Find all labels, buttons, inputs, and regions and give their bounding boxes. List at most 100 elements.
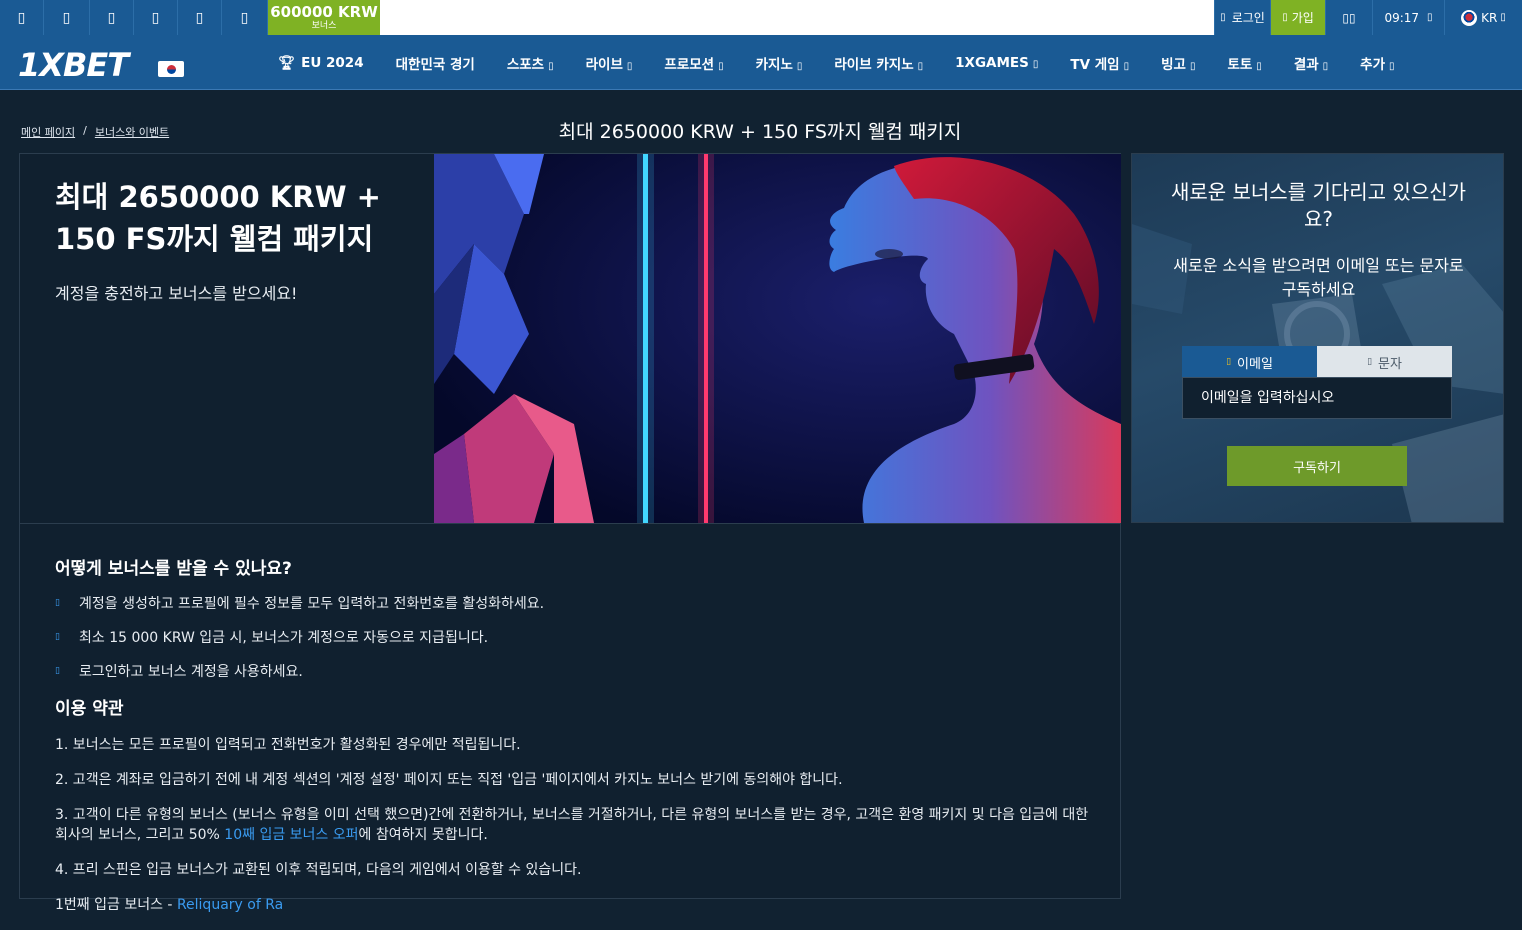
nav-item-results[interactable]: 결과 ▯ xyxy=(1278,53,1344,73)
hero-illustration xyxy=(434,154,1121,523)
chevron-down-icon: ▯ xyxy=(1256,60,1262,72)
apple-icon[interactable]: ▯ xyxy=(90,0,134,35)
list-item: ▯ 로그인하고 보너스 계정을 사용하세요. xyxy=(55,661,1095,681)
terms-item-tail: 에 참여하지 못합니다. xyxy=(358,827,488,843)
chevron-down-icon: ▯ xyxy=(1389,60,1395,72)
promo-panel: 최대 2650000 KRW + 150 FS까지 웰컴 패키지 계정을 충전하… xyxy=(19,153,1121,913)
nav-label: 카지노 xyxy=(755,56,793,73)
terms-item: 3. 고객이 다른 유형의 보너스 (보너스 유형을 이미 선택 했으면)간에 … xyxy=(55,805,1095,845)
nav-label: 라이브 xyxy=(585,56,623,73)
tab-sms[interactable]: ▯ 문자 xyxy=(1317,346,1452,378)
windows-icon[interactable]: ▯ xyxy=(178,0,222,35)
game-link[interactable]: Reliquary of Ra xyxy=(177,897,283,913)
nav-label: 스포츠 xyxy=(506,56,545,73)
language-code: KR xyxy=(1481,10,1498,25)
page-title: 최대 2650000 KRW + 150 FS까지 웰컴 패키지 xyxy=(558,121,962,143)
mobile-icon[interactable]: ▯ xyxy=(0,0,44,35)
envelope-icon: ▯ xyxy=(1226,357,1232,367)
subscribe-tabs: ▯ 이메일 ▯ 문자 xyxy=(1182,346,1452,378)
nav-label: 빙고 xyxy=(1161,56,1186,73)
clock-time: 09:17 xyxy=(1384,10,1420,25)
nav-item-tv-games[interactable]: TV 게임 ▯ xyxy=(1054,53,1145,73)
chevron-down-icon: ▯ xyxy=(626,60,633,72)
how-to-title: 어떻게 보너스를 받을 수 있나요? xyxy=(55,559,292,579)
list-item: ▯ 계정을 생성하고 프로필에 필수 정보를 모두 입력하고 전화번호를 활성화하… xyxy=(55,593,1095,613)
nav-label: EU 2024 xyxy=(301,54,364,71)
nav-label: 결과 xyxy=(1293,56,1319,73)
breadcrumb-home-link[interactable]: 메인 페이지 xyxy=(21,124,75,140)
nav-item-1xgames[interactable]: 1XGAMES ▯ xyxy=(939,55,1054,71)
nav-item-more[interactable]: 추가 ▯ xyxy=(1344,53,1410,73)
login-button[interactable]: ▯ 로그인 xyxy=(1214,0,1270,35)
terms-item-text: 3. 고객이 다른 유형의 보너스 (보너스 유형을 이미 선택 했으면)간에 … xyxy=(55,807,1089,843)
chevron-down-icon: ▯ xyxy=(1189,60,1196,72)
korea-flag-icon xyxy=(1461,9,1478,26)
terms-item: 2. 고객은 계좌로 입금하기 전에 내 계정 섹션의 '계정 설정' 페이지 … xyxy=(55,772,843,788)
register-icon: ▯ xyxy=(1282,12,1288,23)
settings-button[interactable]: ▯▯ xyxy=(1325,0,1372,35)
nav-label: 추가 xyxy=(1360,56,1386,73)
subscribe-title: 새로운 보너스를 기다리고 있으신가요? xyxy=(1170,180,1467,231)
phone-icon: ▯ xyxy=(1367,357,1373,367)
nav-item-bingo[interactable]: 빙고 ▯ xyxy=(1145,53,1211,73)
promo-hero-image xyxy=(434,154,1121,523)
main-nav: 1XBET 🏆︎ EU 2024 대한민국 경기 스포츠 ▯ 라이브 ▯ 프로모션 ▯ … xyxy=(0,35,1522,90)
chevron-down-icon: ▯ xyxy=(1427,12,1433,23)
how-to-list: ▯ 계정을 생성하고 프로필에 필수 정보를 모두 입력하고 전화번호를 활성화하… xyxy=(55,593,1095,681)
breadcrumb-separator: / xyxy=(83,124,87,137)
chevron-down-icon: ▯ xyxy=(1500,12,1506,23)
section-divider xyxy=(20,523,1120,524)
top-bar-right: ▯ 로그인 ▯ 가입 ▯▯ 09:17 ▯ KR ▯ xyxy=(1214,0,1522,35)
nav-label: TV 게임 xyxy=(1070,56,1120,73)
breadcrumb-section-link[interactable]: 보너스와 이벤트 xyxy=(95,124,169,140)
korea-flag-icon xyxy=(158,61,184,77)
terms-section: 이용 약관 1. 보너스는 모든 프로필이 입력되고 전화번호가 활성화된 경우… xyxy=(55,694,1095,930)
step-text: 계정을 생성하고 프로필에 필수 정보를 모두 입력하고 전화번호를 활성화하세… xyxy=(79,596,545,612)
login-icon: ▯ xyxy=(1220,12,1226,23)
chevron-down-icon: ▯ xyxy=(1322,60,1329,72)
site-logo[interactable]: 1XBET xyxy=(18,46,129,84)
subscribe-button[interactable]: 구독하기 xyxy=(1227,446,1407,486)
nav-item-live-casino[interactable]: 라이브 카지노 ▯ xyxy=(818,53,939,73)
nav-item-casino[interactable]: 카지노 ▯ xyxy=(740,53,819,73)
chevron-down-icon: ▯ xyxy=(718,60,724,72)
nav-item-korea-matches[interactable]: 대한민국 경기 xyxy=(380,53,491,73)
subscribe-description: 새로운 소식을 받으려면 이메일 또는 문자로 구독하세요 xyxy=(1173,256,1464,299)
nav-item-eu2024[interactable]: 🏆︎ EU 2024 xyxy=(262,55,380,71)
bonus-banner[interactable]: 600000 KRW 보너스 xyxy=(268,0,380,35)
bullet-icon: ▯ xyxy=(55,666,60,676)
step-text: 최소 15 000 KRW 입금 시, 보너스가 계정으로 자동으로 지급됩니다… xyxy=(79,630,489,646)
register-button[interactable]: ▯ 가입 xyxy=(1270,0,1325,35)
terms-item: 1. 보너스는 모든 프로필이 입력되고 전화번호가 활성화된 경우에만 적립됩… xyxy=(55,737,521,753)
chevron-down-icon: ▯ xyxy=(548,60,554,72)
nav-item-promotions[interactable]: 프로모션 ▯ xyxy=(648,53,739,73)
time-display[interactable]: 09:17 ▯ xyxy=(1372,0,1444,35)
nav-item-toto[interactable]: 토토 ▯ xyxy=(1211,53,1277,73)
bullet-icon: ▯ xyxy=(55,598,60,608)
nav-label: 라이브 카지노 xyxy=(834,56,914,73)
tablet-icon[interactable]: ▯ xyxy=(44,0,90,35)
language-selector[interactable]: KR ▯ xyxy=(1444,0,1522,35)
nav-item-live[interactable]: 라이브 ▯ xyxy=(570,53,649,73)
settings-icon: ▯▯ xyxy=(1342,10,1356,25)
nav-item-sports[interactable]: 스포츠 ▯ xyxy=(491,53,570,73)
nav-label: 1XGAMES xyxy=(955,54,1029,71)
bullet-icon: ▯ xyxy=(55,632,60,642)
login-label: 로그인 xyxy=(1231,11,1265,25)
promo-subtitle: 계정을 충전하고 보너스를 받으세요! xyxy=(55,284,298,303)
register-label: 가입 xyxy=(1291,11,1314,25)
chevron-down-icon: ▯ xyxy=(917,60,924,72)
breadcrumb: 메인 페이지 / 보너스와 이벤트 xyxy=(21,124,169,140)
nav-label: 대한민국 경기 xyxy=(395,56,475,73)
terms-offer-link[interactable]: 10째 입금 보너스 오퍼 xyxy=(224,827,358,843)
android-icon[interactable]: ▯ xyxy=(134,0,178,35)
chevron-down-icon: ▯ xyxy=(796,60,803,72)
email-field[interactable] xyxy=(1182,377,1452,419)
bonus-label: 보너스 xyxy=(311,20,337,31)
top-bar: ▯ ▯ ▯ ▯ ▯ ▯ 600000 KRW 보너스 ▯ 로그인 ▯ 가입 ▯▯… xyxy=(0,0,1522,35)
list-item: ▯ 최소 15 000 KRW 입금 시, 보너스가 계정으로 자동으로 지급됩니… xyxy=(55,627,1095,647)
chat-icon[interactable]: ▯ xyxy=(222,0,268,35)
bonus-amount: 600000 KRW xyxy=(270,2,378,21)
promo-heading-line1: 최대 2650000 KRW + xyxy=(55,180,381,214)
tab-email[interactable]: ▯ 이메일 xyxy=(1182,346,1317,378)
